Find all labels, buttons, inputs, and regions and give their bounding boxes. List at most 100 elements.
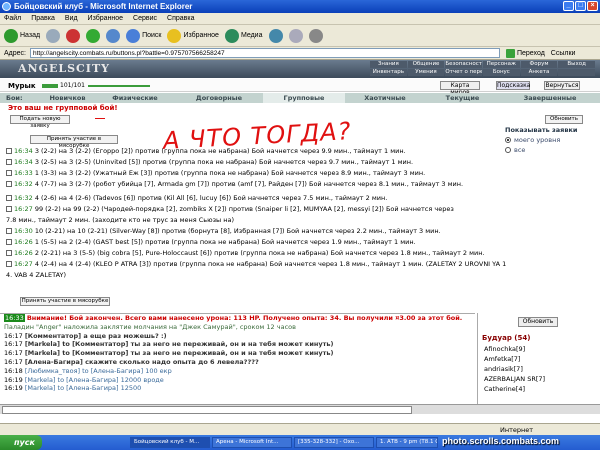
address-input[interactable]: http://angelscity.combats.ru/buttons.pl?… — [29, 48, 500, 58]
nav-chat[interactable]: Общение — [407, 61, 445, 68]
back-arrow-icon — [4, 28, 18, 43]
request-checkbox[interactable] — [6, 148, 12, 154]
request-row: 16:30 10 (2-21) на 10 (2-21) (Silver-Way… — [6, 226, 586, 237]
hint-button[interactable]: Подсказка — [496, 81, 530, 90]
refresh-icon[interactable] — [86, 28, 101, 43]
tab-physical[interactable]: Физические — [95, 93, 175, 103]
nav-bonus[interactable]: Бонус — [483, 69, 520, 76]
alert-message: Это ваш не групповой бой! — [8, 104, 118, 112]
request-checkbox[interactable] — [6, 181, 12, 187]
request-checkbox[interactable] — [6, 228, 12, 234]
request-row: 16:26 1 (5-5) на 2 (2-4) (GAST best [5])… — [6, 237, 586, 248]
ie-logo-icon — [2, 2, 11, 11]
join-button-bottom[interactable]: Принять участие в мясорубке — [20, 297, 110, 306]
favorites-button[interactable]: Избранное — [167, 28, 219, 43]
tab-chaotic[interactable]: Хаотичные — [345, 93, 425, 103]
player-entry[interactable]: andriasik[7] — [484, 365, 523, 373]
menu-tools[interactable]: Сервис — [133, 13, 157, 24]
nav-forum[interactable]: Форум — [520, 61, 558, 68]
chat-log: 16:33 Внимание! Бой закончен. Всего вами… — [0, 313, 475, 404]
map-button[interactable]: Карта миров — [440, 81, 480, 96]
address-bar: Адрес: http://angelscity.combats.ru/butt… — [0, 47, 600, 60]
minimize-button[interactable]: _ — [563, 1, 574, 11]
join-button-top[interactable]: Принять участие в мясорубке — [30, 135, 118, 149]
hp-line — [88, 85, 150, 87]
return-button[interactable]: Вернуться — [544, 81, 580, 90]
back-button[interactable]: Назад — [4, 28, 40, 43]
game-header: ANGELSCITY Знания Общение Безопасность П… — [0, 60, 600, 78]
player-entry[interactable]: AZERBALJAN SR[7] — [484, 375, 545, 383]
tab-group[interactable]: Групповые — [263, 93, 345, 103]
filter-option-my-level[interactable]: моего уровня — [505, 136, 577, 144]
player-entry[interactable]: Catherine[4] — [484, 385, 525, 393]
request-checkbox[interactable] — [6, 261, 12, 267]
nav-exit[interactable]: Выход — [558, 61, 595, 68]
address-label: Адрес: — [4, 49, 26, 57]
menu-file[interactable]: Файл — [4, 13, 21, 24]
stop-icon[interactable] — [66, 28, 81, 43]
chat-line: 16:19 [Markela] to [Алена-Багира] 12500 — [4, 384, 142, 393]
chat-input[interactable] — [2, 406, 412, 414]
user-name: Мурык — [8, 82, 36, 90]
close-button[interactable]: × — [587, 1, 598, 11]
forward-arrow-icon[interactable] — [46, 28, 61, 43]
print-icon[interactable] — [308, 28, 323, 43]
task-item[interactable]: 1. АТВ - 9 pm (T8.1 C... — [376, 437, 438, 448]
nav-skills[interactable]: Умения — [407, 69, 445, 76]
mail-icon[interactable] — [288, 28, 303, 43]
chat-line: 16:19 [Markela] to [Алена-Багира] 12000 … — [4, 375, 164, 384]
user-row: Мурык 101/101 Карта миров Подсказка Верн… — [0, 79, 600, 96]
location-refresh-button[interactable]: Обновить — [518, 317, 558, 327]
chat-line: 16:18 [Любимка_твоя] to [Алена-Багира] 1… — [4, 366, 172, 375]
history-icon[interactable] — [268, 28, 283, 43]
new-request-button[interactable]: Подать новую заявку — [10, 115, 70, 129]
request-row: 16:34 3 (2-5) на 3 (2-5) (Uninvited [5])… — [6, 157, 586, 168]
home-icon[interactable] — [106, 28, 121, 43]
nav-inventory[interactable]: Инвентарь — [370, 69, 407, 76]
player-entry[interactable]: Amfetka[7] — [484, 355, 520, 363]
go-button[interactable]: Переход — [505, 48, 545, 58]
nav-character[interactable]: Персонаж — [483, 61, 520, 68]
nav-security[interactable]: Безопасность — [445, 61, 482, 68]
request-checkbox[interactable] — [6, 206, 12, 212]
tab-finished[interactable]: Завершенные — [500, 93, 600, 103]
menu-edit[interactable]: Правка — [31, 13, 55, 24]
request-row-continued: 4. VAB 4 ZALETAY) — [6, 271, 67, 279]
nav-profile[interactable]: Анкета — [520, 69, 558, 76]
request-checkbox[interactable] — [6, 159, 12, 165]
request-checkbox[interactable] — [6, 170, 12, 176]
menu-favorites[interactable]: Избранное — [88, 13, 123, 24]
nav-transfers[interactable]: Отчет о переводах — [445, 69, 482, 76]
window-title: Бойцовский клуб - Microsoft Internet Exp… — [14, 2, 193, 11]
chat-line: 16:17 [Комментатор] а еще раз можешь? :) — [4, 331, 167, 340]
battle-tabs: Бои: Новичков Физические Договорные Груп… — [0, 93, 600, 103]
media-button[interactable]: Медиа — [224, 28, 263, 43]
refresh-requests-button[interactable]: Обновить — [545, 115, 583, 124]
nav-knowledge[interactable]: Знания — [370, 61, 407, 68]
task-item[interactable]: [335-328-332] - Охо... — [294, 437, 374, 448]
task-item[interactable]: Бойцовский клуб - M... — [130, 437, 210, 448]
start-button[interactable]: пуск — [0, 435, 42, 450]
maximize-button[interactable]: □ — [575, 1, 586, 11]
request-row-continued: 7.8 мин., таймаут 2 мин. (заходите кто н… — [6, 216, 235, 224]
nav-empty — [558, 69, 595, 76]
request-row: 16:27 99 (2-2) на 99 (2-2) (Чародей-поря… — [6, 204, 586, 215]
request-checkbox[interactable] — [6, 250, 12, 256]
tab-novice[interactable]: Новичков — [40, 93, 95, 103]
player-entry[interactable]: Afinochka[9] — [484, 345, 525, 353]
menu-view[interactable]: Вид — [65, 13, 78, 24]
game-logo: ANGELSCITY — [18, 62, 110, 75]
search-icon — [126, 28, 141, 43]
menu-help[interactable]: Справка — [167, 13, 194, 24]
hp-value: 101/101 — [60, 82, 85, 89]
task-item[interactable]: Арена - Microsoft Int... — [212, 437, 292, 448]
window-titlebar: Бойцовский клуб - Microsoft Internet Exp… — [0, 0, 600, 13]
request-checkbox[interactable] — [6, 239, 12, 245]
chat-line: 16:17 [Markela] to [Комментатор] ты за н… — [4, 349, 334, 358]
tab-contract[interactable]: Договорные — [175, 93, 263, 103]
request-checkbox[interactable] — [6, 195, 12, 201]
search-button[interactable]: Поиск — [126, 28, 161, 43]
links-button[interactable]: Ссылки — [551, 50, 576, 57]
tab-current[interactable]: Текущие — [425, 93, 500, 103]
chat-line: 16:17 [Алена-Багира] скажите сколько над… — [4, 357, 259, 366]
